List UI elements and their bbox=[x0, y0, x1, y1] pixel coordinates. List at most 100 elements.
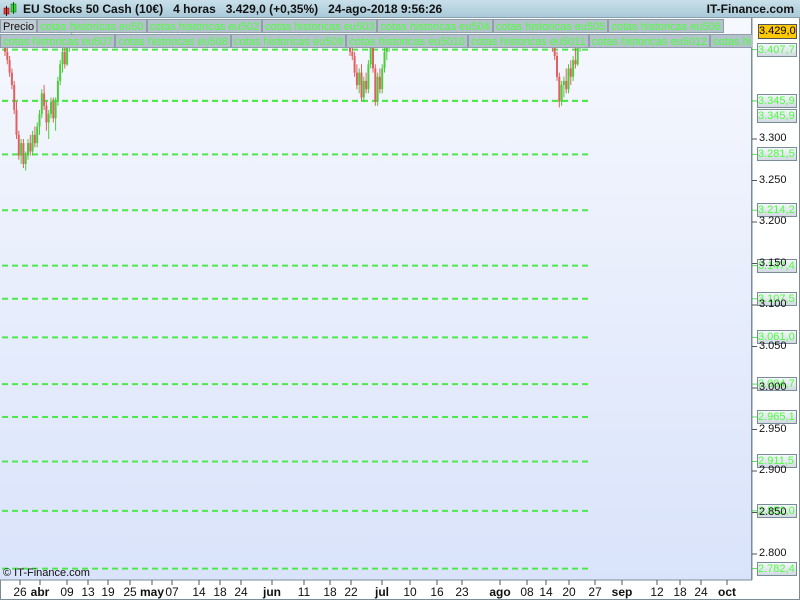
legend-item[interactable]: cotas historicas eu506 bbox=[608, 19, 724, 33]
candle bbox=[574, 47, 577, 69]
x-tick-label: oct bbox=[718, 585, 736, 599]
candle-body bbox=[52, 101, 55, 119]
x-tick-label: 13 bbox=[81, 585, 95, 599]
candle bbox=[15, 101, 18, 139]
candle bbox=[567, 64, 570, 94]
legend-item-precio[interactable]: Precio bbox=[0, 19, 38, 33]
candle bbox=[50, 97, 52, 119]
candle-body bbox=[353, 56, 356, 73]
candle bbox=[45, 101, 48, 131]
x-tick-label: ago bbox=[489, 585, 511, 599]
legend-item[interactable]: cotas historicas eu504 bbox=[377, 19, 493, 33]
candle bbox=[33, 126, 36, 148]
chart-header: EU Stocks 50 Cash (10€) 4 horas 3.429,0 … bbox=[0, 0, 800, 18]
legend-item[interactable]: cotas historicas eu507 bbox=[0, 34, 116, 48]
x-tick-label: 19 bbox=[101, 585, 115, 599]
candle-body bbox=[56, 80, 59, 102]
candle bbox=[29, 134, 32, 156]
candle bbox=[569, 60, 572, 86]
copyright-text: © IT-Finance.com bbox=[3, 567, 90, 579]
x-tick-label: 27 bbox=[588, 585, 602, 599]
candle bbox=[27, 139, 29, 160]
x-tick-label: 24 bbox=[234, 585, 248, 599]
candle-body bbox=[569, 68, 572, 77]
y-tick-label: 3.250 bbox=[759, 173, 787, 186]
candle-body bbox=[358, 72, 361, 86]
y-tick-label: 3.100 bbox=[759, 298, 787, 310]
candle bbox=[31, 130, 34, 156]
candle-body bbox=[558, 76, 561, 102]
candle bbox=[572, 56, 575, 81]
candle bbox=[556, 51, 558, 81]
y-tick-label: 3.300 bbox=[759, 132, 787, 144]
x-tick-label: 12 bbox=[650, 585, 664, 599]
candle-body bbox=[29, 143, 32, 152]
y-tick-label: 2.800 bbox=[759, 547, 787, 559]
legend-item[interactable]: cotas historicas eu50 bbox=[37, 19, 147, 33]
candle-body bbox=[574, 60, 577, 65]
candle-body bbox=[33, 134, 36, 144]
candle-body bbox=[351, 51, 354, 56]
x-tick-label: 18 bbox=[213, 585, 227, 599]
y-tick-label: 2.850 bbox=[759, 505, 787, 518]
legend-item[interactable]: cotas historicas eu505 bbox=[492, 19, 609, 33]
candlestick-chart bbox=[0, 18, 757, 585]
candle-body bbox=[556, 56, 558, 77]
legend-item[interactable]: cotas historicas eu509 bbox=[230, 34, 347, 48]
candle-body bbox=[362, 80, 365, 98]
candle bbox=[360, 64, 363, 102]
legend-item[interactable]: cotas historicas eu5012 bbox=[588, 34, 711, 48]
x-tick-label: 10 bbox=[403, 585, 417, 599]
candle-body bbox=[567, 68, 570, 90]
candle-body bbox=[383, 51, 386, 69]
candle-body bbox=[15, 109, 18, 135]
legend-item[interactable]: cotas historicas eu5013 bbox=[710, 34, 752, 48]
x-tick-label: 20 bbox=[562, 585, 576, 599]
candle-body bbox=[572, 60, 575, 77]
candle-body bbox=[378, 76, 381, 90]
candle-body bbox=[36, 126, 39, 144]
candle-body bbox=[367, 64, 370, 90]
candle-body bbox=[10, 72, 13, 86]
candle bbox=[47, 109, 50, 139]
y-tick-label: 2.950 bbox=[759, 422, 787, 435]
x-tick-label: jul bbox=[375, 585, 389, 599]
candle-body bbox=[13, 85, 16, 110]
candle bbox=[378, 68, 381, 94]
legend-item[interactable]: cotas historicas eu502 bbox=[146, 19, 262, 33]
candle-body bbox=[6, 51, 9, 61]
candle bbox=[374, 64, 377, 106]
legend-item[interactable]: cotas historicas eu508 bbox=[115, 34, 231, 48]
candle bbox=[358, 68, 361, 94]
x-tick-label: 16 bbox=[430, 585, 444, 599]
legend-item[interactable]: cotas historicas eu5011 bbox=[467, 34, 589, 48]
candle bbox=[353, 51, 356, 77]
legend-item[interactable]: cotas historicas eu503 bbox=[261, 19, 378, 33]
candle bbox=[40, 89, 43, 119]
candle bbox=[38, 109, 41, 135]
x-tick-label: 14 bbox=[192, 585, 206, 599]
candle-body bbox=[376, 76, 379, 102]
legend-item[interactable]: cotas historicas eu5010 bbox=[346, 34, 468, 48]
y-tick-label: 2.900 bbox=[759, 464, 787, 476]
candle-body bbox=[45, 105, 48, 123]
candle bbox=[565, 68, 568, 94]
candle-body bbox=[365, 80, 368, 90]
y-tick-label: 3.200 bbox=[759, 215, 787, 227]
x-tick-label: 14 bbox=[539, 585, 553, 599]
x-tick-label: abr bbox=[30, 585, 50, 599]
support-resistance-levels bbox=[2, 48, 757, 570]
candle-body bbox=[381, 68, 384, 90]
candle bbox=[43, 85, 46, 110]
candle-body bbox=[8, 60, 11, 73]
x-tick-label: 07 bbox=[165, 585, 179, 599]
x-tick-label: 11 bbox=[297, 585, 311, 599]
candle-body bbox=[54, 101, 57, 119]
candle bbox=[22, 139, 25, 169]
candle bbox=[17, 130, 20, 160]
x-tick-label: may bbox=[139, 585, 165, 599]
x-tick-label: 18 bbox=[323, 585, 337, 599]
brand-link[interactable]: IT-Finance.com bbox=[707, 2, 794, 16]
candle-body bbox=[576, 47, 579, 65]
candle-body bbox=[31, 134, 34, 152]
